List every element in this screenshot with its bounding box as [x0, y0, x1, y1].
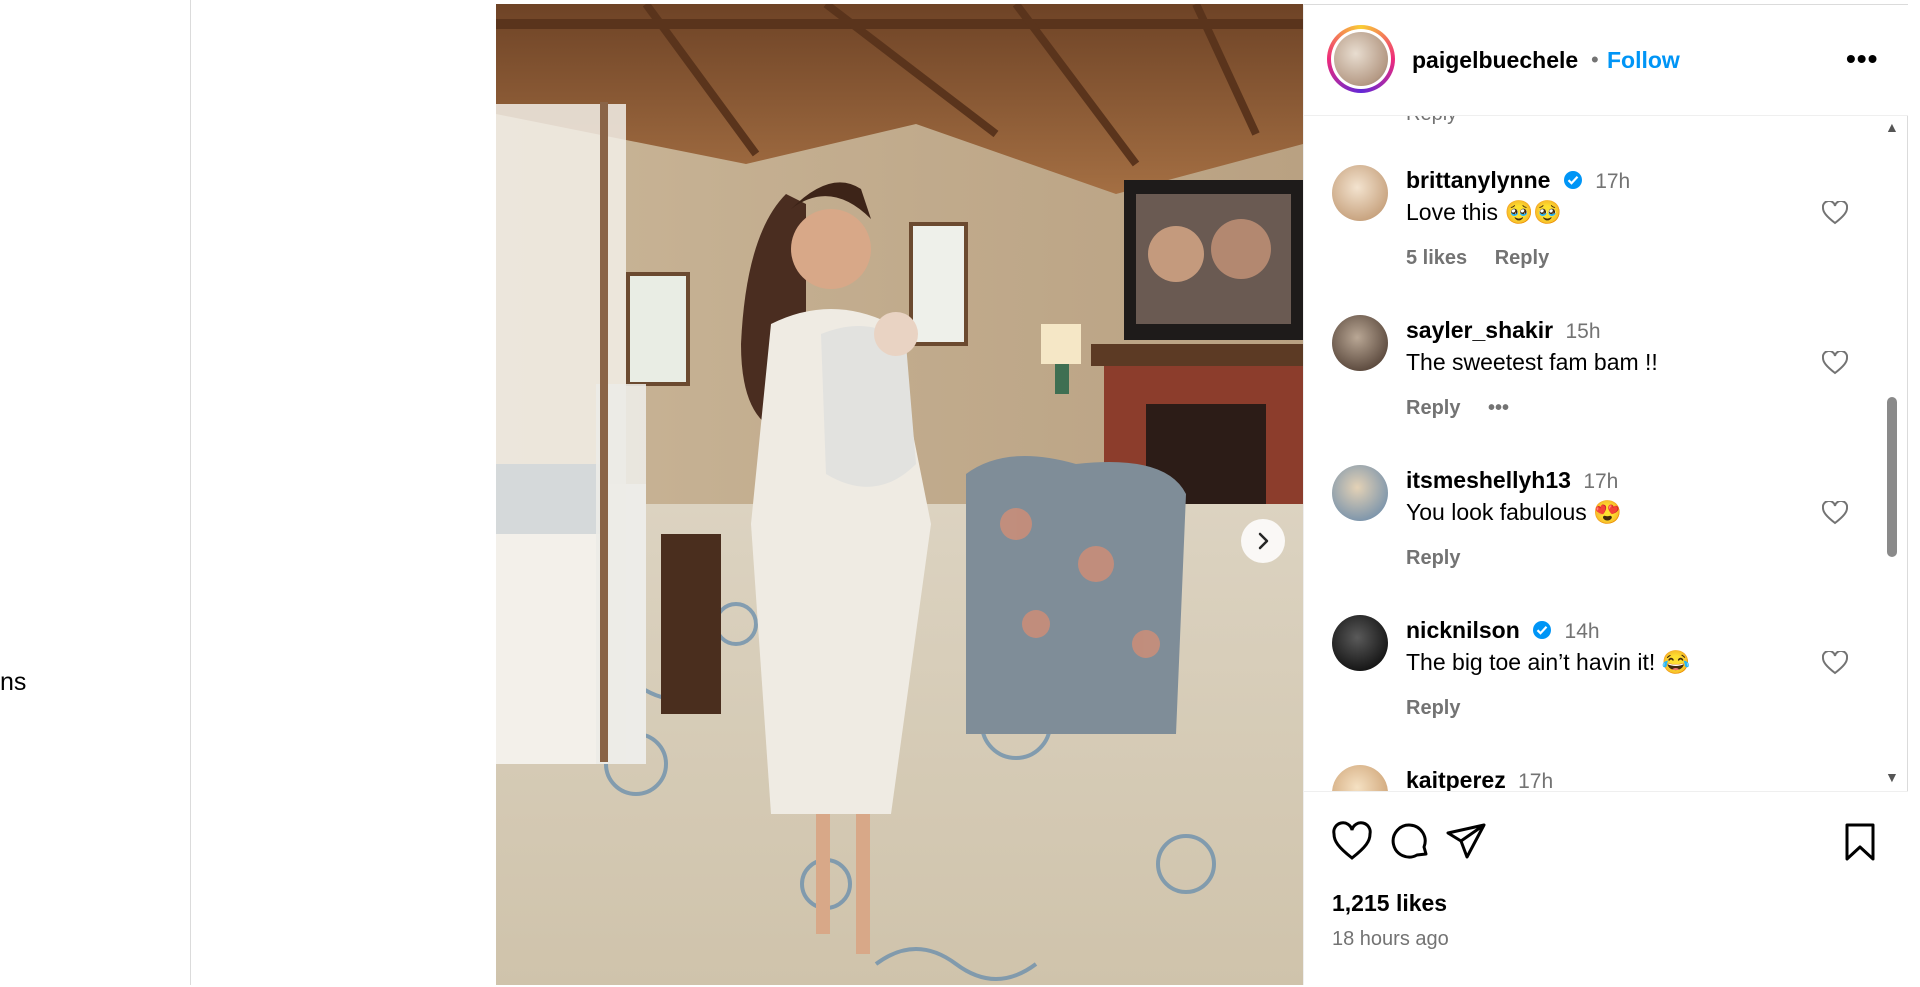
reply-button[interactable]: Reply	[1406, 115, 1457, 126]
comments-list[interactable]: Reply brittanylynne 17h Love this 🥹🥹 5 l…	[1304, 115, 1908, 791]
left-sidebar: ns	[0, 0, 191, 985]
bookmark-icon[interactable]	[1838, 820, 1882, 864]
comment-username[interactable]: brittanylynne 17h	[1406, 167, 1630, 194]
author-username[interactable]: paigelbuechele	[1412, 47, 1578, 74]
reply-button[interactable]: Reply	[1406, 547, 1460, 569]
header-separator: •	[1591, 47, 1599, 72]
chevron-right-icon	[1258, 532, 1269, 550]
comment-meta: 5 likes Reply	[1406, 247, 1571, 270]
comment-time: 17h	[1583, 470, 1619, 493]
comment-text: Love this 🥹🥹	[1406, 199, 1562, 225]
share-icon[interactable]	[1444, 820, 1488, 864]
commenter-avatar[interactable]	[1332, 315, 1388, 371]
commenter-avatar[interactable]	[1332, 465, 1388, 521]
comment-meta: Reply	[1406, 547, 1482, 570]
comment-username-text[interactable]: kaitperez	[1406, 767, 1506, 791]
heart-icon[interactable]	[1822, 351, 1848, 375]
comment-text: The big toe ain’t havin it! 😂	[1406, 649, 1691, 675]
heart-icon[interactable]	[1822, 201, 1848, 225]
comment-meta: Reply •••	[1406, 397, 1531, 420]
verified-icon	[1533, 621, 1552, 639]
reply-button[interactable]: Reply	[1406, 697, 1460, 719]
comment-time: 17h	[1518, 770, 1554, 791]
comment-username-text[interactable]: itsmeshellyh13	[1406, 467, 1571, 493]
comment-username[interactable]: kaitperez 17h	[1406, 767, 1553, 791]
comment-text: You look fabulous 😍	[1406, 499, 1622, 525]
post-side-panel: paigelbuechele • Follow ••• Reply britta…	[1303, 4, 1908, 987]
verified-icon	[1563, 171, 1582, 189]
comment-username[interactable]: itsmeshellyh13 17h	[1406, 467, 1618, 494]
next-image-button[interactable]	[1241, 519, 1285, 563]
comment-more-button[interactable]: •••	[1488, 397, 1509, 419]
reply-button[interactable]: Reply	[1495, 247, 1549, 269]
comments-scrollbar[interactable]: ▲ ▼	[1882, 115, 1900, 791]
sidebar-nav-label-fragment[interactable]: ns	[0, 668, 26, 697]
follow-button[interactable]: Follow	[1607, 47, 1680, 74]
commenter-avatar[interactable]	[1332, 765, 1388, 791]
comment-username-text[interactable]: nicknilson	[1406, 617, 1520, 643]
comment-username-text[interactable]: sayler_shakir	[1406, 317, 1553, 343]
heart-icon[interactable]	[1822, 501, 1848, 525]
comment-time: 15h	[1565, 320, 1601, 343]
heart-icon[interactable]	[1330, 820, 1374, 864]
comment-text: The sweetest fam bam !!	[1406, 349, 1658, 375]
more-options-button[interactable]: •••	[1846, 43, 1878, 75]
scroll-down-arrow[interactable]: ▼	[1885, 769, 1899, 785]
post-timestamp[interactable]: 18 hours ago	[1332, 928, 1449, 951]
post-actions: 1,215 likes 18 hours ago	[1304, 791, 1908, 987]
reply-button[interactable]: Reply	[1406, 397, 1460, 419]
post-dialog: paigelbuechele • Follow ••• Reply britta…	[496, 4, 1908, 987]
comment-username-text[interactable]: brittanylynne	[1406, 167, 1550, 193]
commenter-avatar[interactable]	[1332, 615, 1388, 671]
comment-time: 14h	[1564, 620, 1600, 643]
heart-icon[interactable]	[1822, 651, 1848, 675]
likes-count[interactable]: 1,215 likes	[1332, 890, 1447, 917]
post-image[interactable]	[496, 4, 1303, 985]
comment-username[interactable]: nicknilson 14h	[1406, 617, 1600, 644]
comment-likes[interactable]: 5 likes	[1406, 247, 1467, 269]
scroll-thumb[interactable]	[1887, 397, 1897, 557]
comment-username[interactable]: sayler_shakir 15h	[1406, 317, 1601, 344]
comment-icon[interactable]	[1388, 820, 1432, 864]
comment-meta: Reply	[1406, 697, 1482, 720]
author-avatar[interactable]	[1327, 25, 1395, 93]
comment-time: 17h	[1595, 170, 1631, 193]
post-header: paigelbuechele • Follow •••	[1304, 5, 1908, 116]
commenter-avatar[interactable]	[1332, 165, 1388, 221]
scroll-up-arrow[interactable]: ▲	[1885, 119, 1899, 135]
